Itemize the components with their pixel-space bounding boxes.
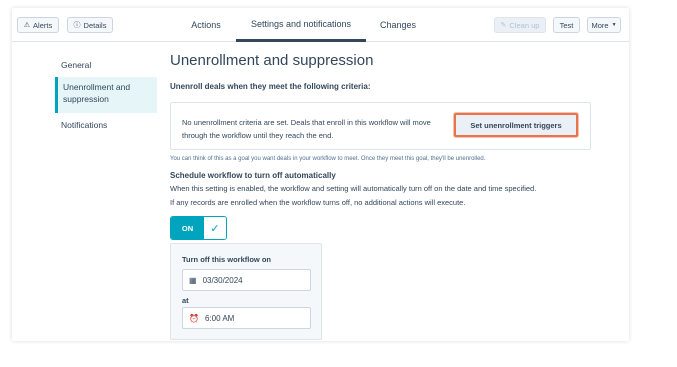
test-button[interactable]: Test	[553, 17, 580, 33]
alarm-clock-icon: ⏰	[189, 313, 199, 323]
checkmark-icon: ✓	[204, 217, 226, 239]
info-icon: ⓘ	[73, 21, 81, 29]
date-value: 03/30/2024	[202, 275, 243, 285]
sidebar-item-label: Unenrollment and suppression	[63, 82, 131, 104]
tab-changes[interactable]: Changes	[372, 8, 424, 42]
caret-down-icon: ▼	[611, 21, 617, 28]
schedule-description-2: If any records are enrolled when the wor…	[170, 198, 466, 207]
cleanup-label: Clean up	[509, 20, 540, 30]
criteria-text: No unenrollment criteria are set. Deals …	[182, 118, 431, 140]
details-button[interactable]: ⓘ Details	[67, 17, 113, 33]
sidebar-item-label: Notifications	[61, 120, 108, 130]
date-field[interactable]: ▦ 03/30/2024	[182, 269, 311, 291]
time-value: 6:00 AM	[204, 313, 235, 323]
settings-panel: ⚠ Alerts ⓘ Details Actions Settings and …	[12, 8, 629, 341]
criteria-heading: Unenroll deals when they meet the follow…	[170, 82, 371, 91]
time-field[interactable]: ⏰ 6:00 AM	[182, 307, 311, 329]
triggers-button-label: Set unenrollment triggers	[470, 120, 562, 130]
more-button[interactable]: More ▼	[587, 17, 621, 33]
sidebar-item-general[interactable]: General	[55, 55, 157, 75]
tab-changes-label: Changes	[379, 20, 417, 30]
toggle-on-label: ON	[171, 217, 204, 239]
schedule-heading: Schedule workflow to turn off automatica…	[170, 171, 336, 180]
goal-hint: You can think of this as a goal you want…	[170, 156, 486, 162]
tab-actions[interactable]: Actions	[182, 8, 230, 42]
criteria-box: No unenrollment criteria are set. Deals …	[170, 102, 591, 150]
sidebar: General Unenrollment and suppression Not…	[55, 55, 157, 135]
tab-settings-label: Settings and notifications	[250, 18, 352, 29]
schedule-toggle[interactable]: ON ✓	[170, 216, 227, 240]
sidebar-item-unenrollment[interactable]: Unenrollment and suppression	[55, 77, 157, 113]
schedule-box: Turn off this workflow on ▦ 03/30/2024 a…	[170, 243, 322, 340]
tab-actions-label: Actions	[191, 20, 221, 30]
top-bar: ⚠ Alerts ⓘ Details Actions Settings and …	[12, 8, 629, 42]
calendar-icon: ▦	[189, 275, 197, 285]
turn-off-label: Turn off this workflow on	[182, 255, 272, 264]
at-label: at	[182, 296, 189, 305]
cleanup-button[interactable]: ✎ Clean up	[494, 17, 546, 33]
alerts-button[interactable]: ⚠ Alerts	[17, 17, 59, 33]
set-unenrollment-triggers-button[interactable]: Set unenrollment triggers	[454, 113, 578, 137]
broom-icon: ✎	[500, 21, 507, 29]
schedule-section: Schedule workflow to turn off automatica…	[170, 171, 536, 210]
alerts-label: Alerts	[33, 20, 53, 30]
details-label: Details	[83, 20, 107, 30]
tab-settings[interactable]: Settings and notifications	[236, 8, 366, 42]
sidebar-item-label: General	[61, 60, 92, 70]
main-content: Unenrollment and suppression Unenroll de…	[170, 52, 610, 340]
test-label: Test	[559, 20, 574, 30]
warning-icon: ⚠	[23, 21, 31, 29]
more-label: More	[591, 20, 609, 30]
schedule-description-1: When this setting is enabled, the workfl…	[170, 184, 537, 193]
sidebar-item-notifications[interactable]: Notifications	[55, 115, 157, 135]
page-title: Unenrollment and suppression	[170, 52, 374, 69]
